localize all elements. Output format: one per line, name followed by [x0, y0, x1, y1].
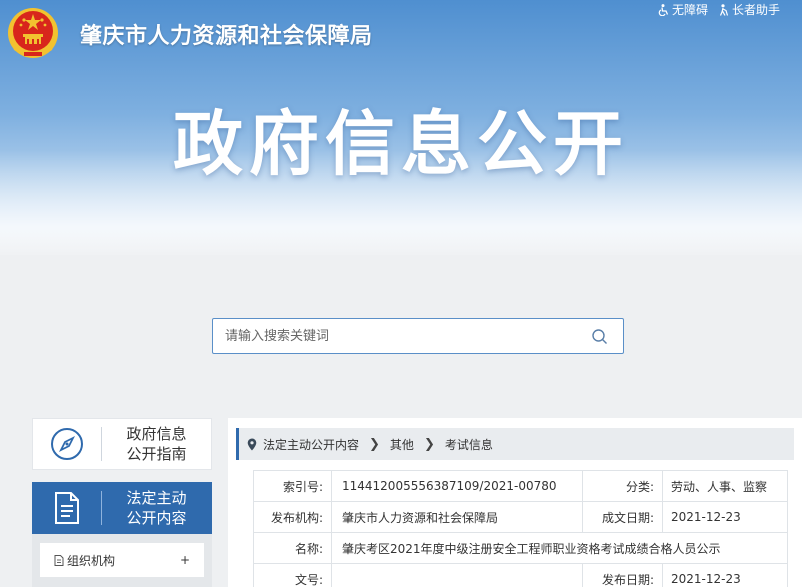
expand-icon[interactable]: +	[180, 553, 190, 567]
doc-no-value	[331, 563, 583, 587]
nav-item-label-line2: 公开指南	[126, 445, 187, 463]
sub-navigation: 组织机构 +	[32, 534, 212, 587]
nav-icon-wrap	[33, 490, 101, 526]
index-no-value: 114412005556387109/2021-00780	[331, 470, 583, 502]
created-date-value: 2021-12-23	[662, 501, 788, 533]
published-date-value: 2021-12-23	[662, 563, 788, 587]
national-emblem-icon	[8, 8, 58, 58]
elderly-assistant-label: 长者助手	[731, 3, 780, 17]
breadcrumb: 法定主动公开内容 ❯ 其他 ❯ 考试信息	[236, 428, 794, 460]
nav-item-label-line1: 政府信息	[126, 425, 187, 443]
elderly-assistant-link[interactable]: 长者助手	[718, 1, 780, 18]
created-date-label: 成文日期:	[582, 501, 663, 533]
accessibility-link[interactable]: 无障碍	[658, 1, 708, 18]
name-value: 肇庆考区2021年度中级注册安全工程师职业资格考试成绩合格人员公示	[331, 532, 788, 564]
banner-heading: 政府信息公开	[173, 103, 629, 185]
chevron-right-icon: ❯	[423, 436, 435, 452]
search-box	[212, 318, 624, 354]
location-pin-icon	[247, 438, 257, 450]
nav-item-label-line1: 法定主动	[126, 489, 187, 507]
nav-item-disclosure-guide[interactable]: 政府信息 公开指南	[32, 418, 212, 470]
doc-no-label: 文号:	[253, 563, 332, 587]
nav-item-label: 法定主动 公开内容	[102, 488, 211, 528]
search-icon[interactable]	[591, 328, 609, 346]
nav-item-label: 政府信息 公开指南	[102, 424, 211, 464]
table-row: 发布机构: 肇庆市人力资源和社会保障局 成文日期: 2021-12-23	[253, 501, 788, 533]
category-label: 分类:	[582, 470, 663, 502]
category-value: 劳动、人事、监察	[662, 470, 788, 502]
header-banner: 肇庆市人力资源和社会保障局 无障碍 长者助手 政府信息公开	[0, 0, 802, 255]
published-date-label: 发布日期:	[582, 563, 663, 587]
left-navigation: 政府信息 公开指南 法定主动 公开内容 组织机构 +	[32, 418, 212, 587]
breadcrumb-item[interactable]: 法定主动公开内容	[263, 436, 359, 453]
index-no-label: 索引号:	[253, 470, 332, 502]
document-metadata-table: 索引号: 114412005556387109/2021-00780 分类: 劳…	[253, 470, 788, 587]
file-icon	[54, 554, 64, 566]
table-row: 文号: 发布日期: 2021-12-23	[253, 563, 788, 587]
site-title[interactable]: 肇庆市人力资源和社会保障局	[80, 18, 373, 50]
main-content: 法定主动公开内容 ❯ 其他 ❯ 考试信息 索引号: 11441200555638…	[228, 418, 802, 587]
document-icon	[55, 492, 79, 524]
wheelchair-icon	[658, 3, 669, 16]
table-row: 名称: 肇庆考区2021年度中级注册安全工程师职业资格考试成绩合格人员公示	[253, 532, 788, 564]
sub-nav-item-label: 组织机构	[67, 553, 116, 568]
nav-icon-wrap	[33, 426, 101, 462]
nav-item-statutory-disclosure[interactable]: 法定主动 公开内容	[32, 482, 212, 534]
sub-nav-item-organization[interactable]: 组织机构 +	[40, 543, 204, 577]
elderly-icon	[719, 3, 729, 16]
nav-item-label-line2: 公开内容	[126, 509, 187, 527]
search-input[interactable]	[213, 319, 573, 353]
sub-nav-item-label-wrap: 组织机构	[54, 552, 115, 569]
publisher-label: 发布机构:	[253, 501, 332, 533]
name-label: 名称:	[253, 532, 332, 564]
compass-icon	[51, 428, 83, 460]
top-links: 无障碍 长者助手	[658, 1, 780, 18]
publisher-value: 肇庆市人力资源和社会保障局	[331, 501, 583, 533]
breadcrumb-item[interactable]: 考试信息	[445, 436, 493, 453]
table-row: 索引号: 114412005556387109/2021-00780 分类: 劳…	[253, 470, 788, 502]
chevron-right-icon: ❯	[369, 436, 380, 452]
accessibility-label: 无障碍	[671, 3, 708, 17]
breadcrumb-item[interactable]: 其他	[390, 436, 414, 453]
